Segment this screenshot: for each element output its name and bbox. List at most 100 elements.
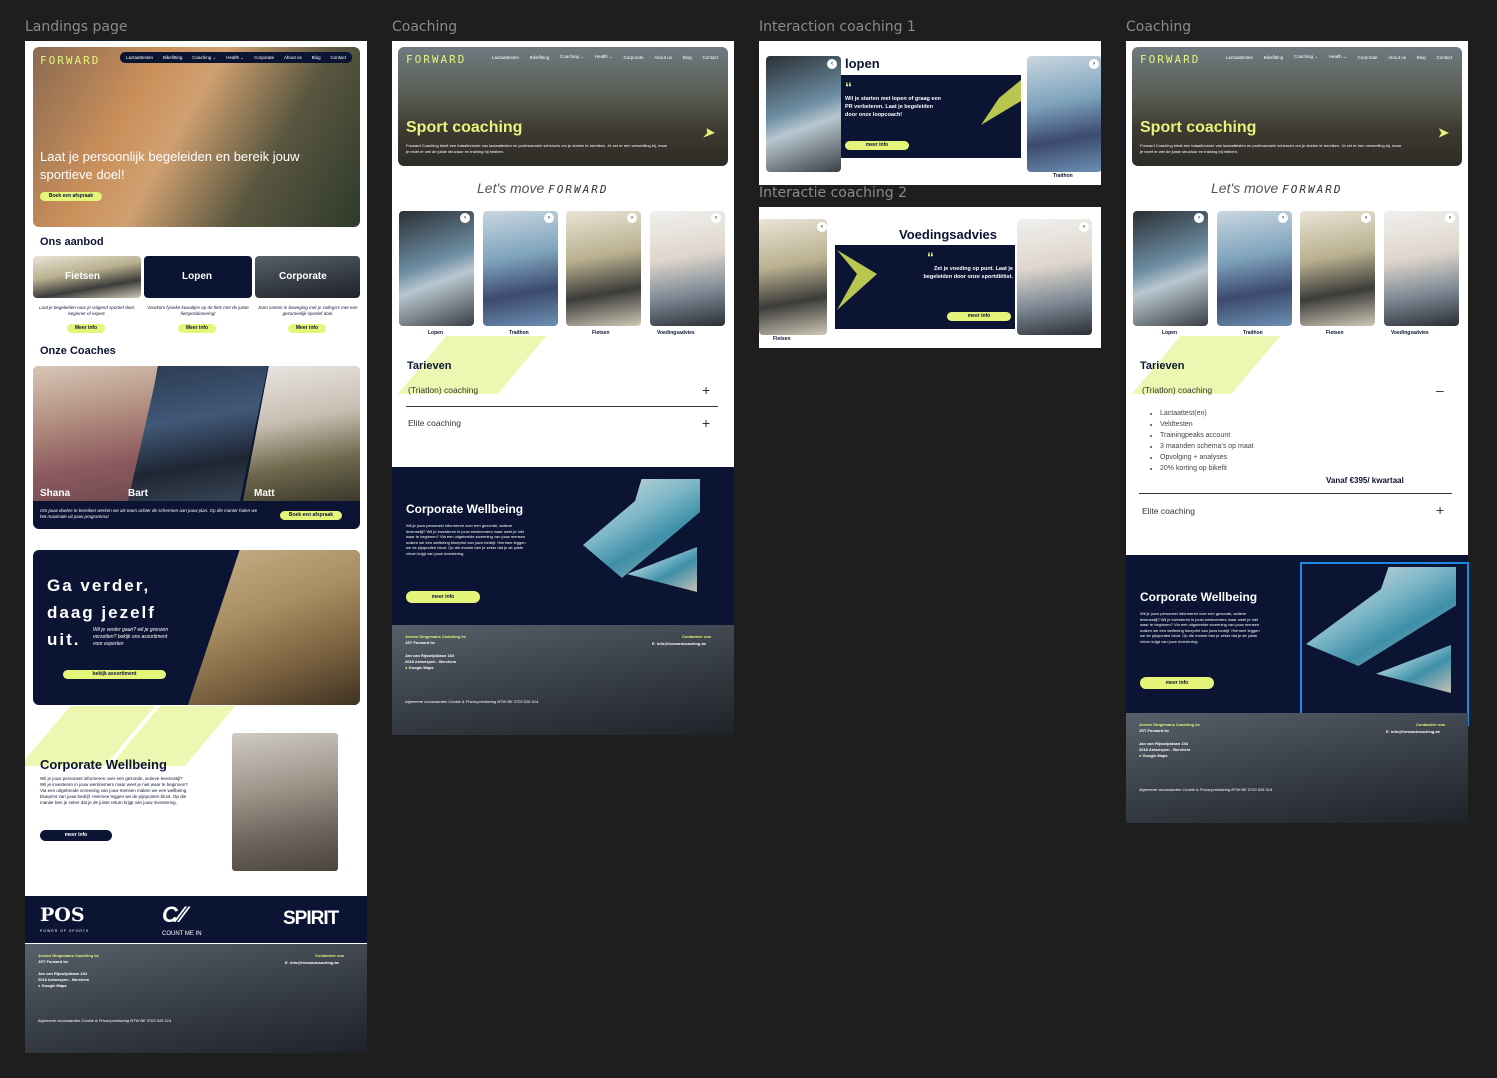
tarief-triatlon[interactable]: (Triatlon) coaching <box>1142 385 1212 395</box>
plus-icon[interactable]: + <box>702 416 710 430</box>
nav-item[interactable]: Corporate <box>254 55 274 60</box>
coaching2-wellbeing-button[interactable]: meer info <box>1140 677 1214 689</box>
frame-label-coaching[interactable]: Coaching <box>392 19 457 35</box>
chevron-right-icon[interactable]: › <box>544 213 554 223</box>
nav-item[interactable]: Health ⌄ <box>595 54 613 60</box>
nav-item[interactable]: Blog <box>683 55 692 60</box>
footer-legal[interactable]: Algemene voorwaarden Cookie & Privacyver… <box>38 1018 171 1023</box>
countmein-icon[interactable]: C⁄⁄ <box>162 902 185 928</box>
aanbod-card-lopen[interactable]: Lopen <box>144 256 252 298</box>
chevron-left-icon[interactable]: ‹ <box>817 222 827 232</box>
aanbod-more-button[interactable]: Meer info <box>288 324 326 333</box>
tarief-elite[interactable]: Elite coaching <box>408 418 461 428</box>
interaction1-frame[interactable]: ‹ lopen “ Wil je starten met lopen of gr… <box>759 41 1101 185</box>
tagline: Let's move FORWARD <box>1211 180 1343 196</box>
footer-company-sub: JST Forward bv <box>1139 728 1170 733</box>
forward-logo[interactable]: FORWARD <box>40 54 100 67</box>
chevron-shape-icon <box>837 250 877 310</box>
wellbeing-more-button[interactable]: meer info <box>40 830 112 841</box>
aanbod-more-button[interactable]: Meer info <box>67 324 105 333</box>
chevron-right-icon[interactable]: › <box>460 213 470 223</box>
forward-logo[interactable]: FORWARD <box>1140 53 1200 66</box>
coaching-page-frame[interactable]: FORWARD Lactaattesten Bikefitting Coachi… <box>392 41 734 735</box>
chevron-right-icon[interactable]: › <box>711 213 721 223</box>
coaching-wellbeing-button[interactable]: meer info <box>406 591 480 603</box>
coaching-card-lopen[interactable] <box>399 211 474 326</box>
nav-item[interactable]: Bikefitting <box>163 55 183 60</box>
chevron-right-icon[interactable]: › <box>1361 213 1371 223</box>
frame-label-interaction1[interactable]: Interaction coaching 1 <box>759 19 916 35</box>
tarief-elite[interactable]: Elite coaching <box>1142 506 1195 516</box>
chevron-right-icon[interactable]: › <box>1194 213 1204 223</box>
partner-logo-countmein[interactable]: COUNT ME IN <box>162 931 202 937</box>
chevron-right-icon[interactable]: › <box>1079 222 1089 232</box>
chevron-right-icon[interactable]: › <box>1445 213 1455 223</box>
nav-item[interactable]: About us <box>654 55 672 60</box>
hero-book-button[interactable]: Boek een afspraak <box>40 192 102 201</box>
nav-item[interactable]: Bikefitting <box>1264 55 1284 60</box>
nav-item[interactable]: Contact <box>702 55 718 60</box>
interaction1-button[interactable]: meer info <box>845 141 909 150</box>
coaching-card-voeding[interactable] <box>650 211 725 326</box>
frame-label-landing[interactable]: Landings page <box>25 19 128 35</box>
feature-item: 3 maanden schema's op maat <box>1160 441 1254 452</box>
nav-item[interactable]: Coaching ⌄ <box>192 55 216 61</box>
aanbod-card-fietsen[interactable]: Fietsen <box>33 256 141 298</box>
footer-company: Jeroen Dingemans Coaching bv <box>38 953 99 958</box>
coaching-card-fietsen[interactable] <box>1300 211 1375 326</box>
nav-item[interactable]: Corporate <box>1358 55 1378 60</box>
landing-page-frame[interactable]: FORWARD Lactaattesten Bikefitting Coachi… <box>25 41 367 1053</box>
partner-logo-pos[interactable]: POS <box>40 904 85 926</box>
nav-item[interactable]: Contact <box>330 55 346 60</box>
nav-item[interactable]: About us <box>1388 55 1406 60</box>
plus-icon[interactable]: + <box>702 383 710 397</box>
nav-item[interactable]: About us <box>284 55 302 60</box>
nav-item[interactable]: Lactaattesten <box>126 55 153 60</box>
nav-item[interactable]: Lactaattesten <box>492 55 519 60</box>
assortiment-button[interactable]: bekijk assortiment <box>63 670 166 679</box>
nav-item[interactable]: Contact <box>1436 55 1452 60</box>
footer-legal[interactable]: Algemene voorwaarden Cookie & Privacyver… <box>1139 787 1272 792</box>
plus-icon[interactable]: + <box>1436 503 1444 517</box>
nav-item[interactable]: Lactaattesten <box>1226 55 1253 60</box>
nav-item[interactable]: Blog <box>312 55 321 60</box>
coaching-card-lopen[interactable] <box>1133 211 1208 326</box>
nav-item[interactable]: Coaching ⌄ <box>1294 54 1318 60</box>
nav-item[interactable]: Blog <box>1417 55 1426 60</box>
coaching-card-fietsen[interactable] <box>566 211 641 326</box>
partner-logo-spirit[interactable]: SPIRIT <box>283 908 339 930</box>
nav-item[interactable]: Health ⌄ <box>1329 54 1347 60</box>
coaching-card-traithon[interactable] <box>1217 211 1292 326</box>
interaction2-button[interactable]: meer info <box>947 312 1011 321</box>
chevron-left-icon[interactable]: ‹ <box>827 59 837 69</box>
footer-maps[interactable]: ● Google Maps <box>405 665 434 670</box>
chevron-right-icon[interactable]: › <box>1278 213 1288 223</box>
nav-item[interactable]: Bikefitting <box>530 55 550 60</box>
forward-logo[interactable]: FORWARD <box>406 53 466 66</box>
aanbod-more-button[interactable]: Meer info <box>178 324 216 333</box>
selection-box[interactable] <box>1300 562 1469 726</box>
aanbod-desc: Voorkom fysieke kwaaltjes op de fiets me… <box>147 305 249 316</box>
interaction2-frame[interactable]: ‹ Fietsen Voedingsadvies “ Zet je voedin… <box>759 207 1101 348</box>
coaches-book-button[interactable]: Boek een afspraak <box>280 511 342 520</box>
footer-maps[interactable]: ● Google Maps <box>38 983 67 988</box>
nav-item[interactable]: Health ⌄ <box>226 55 244 61</box>
frame-label-coaching2[interactable]: Coaching <box>1126 19 1191 35</box>
footer-maps[interactable]: ● Google Maps <box>1139 753 1168 758</box>
partner-tagline: POWER OF SPORTS <box>40 929 90 933</box>
footer-email[interactable]: E. info@forwardcoaching.be <box>285 960 339 965</box>
coaching-wellbeing-text: Wil je jouw personeel informeren over ee… <box>406 523 526 556</box>
frame-label-interaction2[interactable]: Interactie coaching 2 <box>759 185 907 201</box>
chevron-right-icon[interactable]: › <box>1089 59 1099 69</box>
chevron-right-icon[interactable]: › <box>627 213 637 223</box>
footer-legal[interactable]: Algemene voorwaarden Cookie & Privacyver… <box>405 699 538 704</box>
aanbod-card-corporate[interactable]: Corporate <box>255 256 360 298</box>
tarief-triatlon[interactable]: (Triatlon) coaching <box>408 385 478 395</box>
nav-item[interactable]: Corporate <box>624 55 644 60</box>
footer-email[interactable]: E. info@forwardcoaching.be <box>1386 729 1440 734</box>
footer-email[interactable]: E. info@forwardcoaching.be <box>652 641 706 646</box>
coaching-card-voeding[interactable] <box>1384 211 1459 326</box>
coaching-card-traithon[interactable] <box>483 211 558 326</box>
minus-icon[interactable]: – <box>1436 383 1444 397</box>
nav-item[interactable]: Coaching ⌄ <box>560 54 584 60</box>
